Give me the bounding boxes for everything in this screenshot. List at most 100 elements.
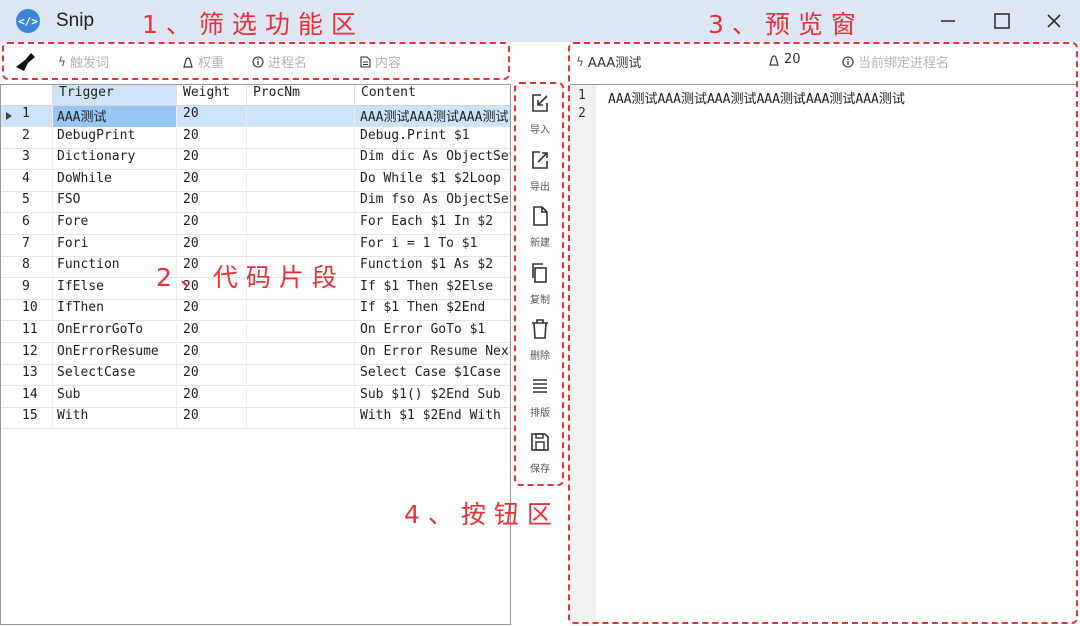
table-row[interactable]: 10 IfThen 20 If $1 Then $2End	[1, 300, 510, 322]
table-row[interactable]: 14 Sub 20 Sub $1() $2End Sub	[1, 386, 510, 408]
column-header-trigger[interactable]: Trigger	[53, 85, 177, 105]
cell-content[interactable]: If $1 Then $2Else	[355, 279, 510, 300]
cell-procnm[interactable]	[247, 386, 355, 408]
table-row[interactable]: 15 With 20 With $1 $2End With	[1, 408, 510, 430]
row-number[interactable]: 10	[1, 300, 53, 322]
cell-content[interactable]: With $1 $2End With	[355, 408, 510, 429]
cell-content[interactable]: Function $1 As $2	[355, 257, 510, 278]
new-button[interactable]: 新建	[518, 201, 562, 251]
cell-trigger[interactable]: OnErrorResume	[53, 343, 177, 365]
cell-weight[interactable]: 20	[177, 300, 247, 322]
row-number[interactable]: 14	[1, 386, 53, 408]
cell-trigger[interactable]: OnErrorGoTo	[53, 322, 177, 343]
content-filter[interactable]: 内容	[360, 52, 401, 71]
cell-weight[interactable]: 20	[177, 214, 247, 235]
cell-trigger[interactable]: With	[53, 408, 177, 430]
cell-weight[interactable]: 20	[177, 386, 247, 408]
cell-content[interactable]: AAA测试AAA测试AAA测试	[355, 106, 510, 127]
copy-button[interactable]: 复制	[518, 258, 562, 308]
cell-trigger[interactable]: Dictionary	[53, 149, 177, 171]
table-row[interactable]: 5 FSO 20 Dim fso As ObjectSet	[1, 192, 510, 214]
cell-content[interactable]: For Each $1 In $2	[355, 214, 510, 235]
row-number[interactable]: 13	[1, 365, 53, 387]
cell-weight[interactable]: 20	[177, 235, 247, 257]
close-button[interactable]	[1034, 6, 1074, 36]
table-row[interactable]: 12 OnErrorResume 20 On Error Resume Next	[1, 343, 510, 365]
cell-procnm[interactable]	[247, 170, 355, 192]
maximize-button[interactable]	[982, 6, 1022, 36]
cell-weight[interactable]: 20	[177, 365, 247, 387]
cell-weight[interactable]: 20	[177, 408, 247, 430]
cell-trigger[interactable]: SelectCase	[53, 365, 177, 387]
row-number[interactable]: 3	[1, 149, 53, 171]
table-row[interactable]: 13 SelectCase 20 Select Case $1Case $	[1, 365, 510, 387]
table-row[interactable]: 4 DoWhile 20 Do While $1 $2Loop	[1, 170, 510, 192]
cell-trigger[interactable]: Fore	[53, 214, 177, 235]
column-header-procnm[interactable]: ProcNm	[247, 85, 355, 105]
row-number[interactable]: 7	[1, 235, 53, 257]
cell-weight[interactable]: 20	[177, 149, 247, 171]
table-row[interactable]: 2 DebugPrint 20 Debug.Print $1	[1, 127, 510, 149]
cell-weight[interactable]: 20	[177, 343, 247, 365]
format-button[interactable]: 排版	[518, 371, 562, 421]
table-row[interactable]: 6 Fore 20 For Each $1 In $2	[1, 214, 510, 235]
cell-trigger[interactable]: FSO	[53, 192, 177, 214]
cell-content[interactable]: On Error GoTo $1	[355, 322, 510, 343]
cell-procnm[interactable]	[247, 343, 355, 365]
row-number[interactable]: 2	[1, 127, 53, 149]
clear-filter-button[interactable]	[14, 51, 38, 77]
cell-content[interactable]: Dim dic As ObjectSet	[355, 149, 510, 170]
cell-procnm[interactable]	[247, 127, 355, 149]
row-number[interactable]: 12	[1, 343, 53, 365]
cell-procnm[interactable]	[247, 235, 355, 257]
row-number[interactable]: 8	[1, 257, 53, 279]
row-number[interactable]: 15	[1, 408, 53, 430]
cell-trigger[interactable]: AAA测试	[53, 106, 177, 127]
cell-procnm[interactable]	[247, 192, 355, 214]
row-number[interactable]: 5	[1, 192, 53, 214]
cell-weight[interactable]: 20	[177, 192, 247, 214]
cell-weight[interactable]: 20	[177, 170, 247, 192]
cell-content[interactable]: Do While $1 $2Loop	[355, 171, 510, 192]
row-number[interactable]: 6	[1, 214, 53, 235]
cell-procnm[interactable]	[247, 106, 355, 127]
column-header-content[interactable]: Content	[355, 85, 510, 105]
cell-trigger[interactable]: IfThen	[53, 300, 177, 322]
row-number[interactable]: 1	[1, 106, 53, 127]
weight-filter[interactable]: 权重	[182, 52, 224, 71]
cell-trigger[interactable]: Sub	[53, 386, 177, 408]
cell-trigger[interactable]: DoWhile	[53, 170, 177, 192]
cell-procnm[interactable]	[247, 322, 355, 343]
cell-procnm[interactable]	[247, 408, 355, 430]
cell-procnm[interactable]	[247, 214, 355, 235]
cell-content[interactable]: On Error Resume Next	[355, 344, 510, 365]
import-button[interactable]: 导入	[518, 88, 562, 138]
cell-procnm[interactable]	[247, 300, 355, 322]
cell-weight[interactable]: 20	[177, 106, 247, 127]
export-button[interactable]: 导出	[518, 145, 562, 195]
row-number[interactable]: 4	[1, 170, 53, 192]
minimize-button[interactable]	[928, 6, 968, 36]
preview-trigger[interactable]: ϟ AAA测试	[576, 52, 641, 72]
table-row[interactable]: 7 Fori 20 For i = 1 To $1	[1, 235, 510, 257]
table-row[interactable]: 11 OnErrorGoTo 20 On Error GoTo $1	[1, 322, 510, 343]
table-row[interactable]: 1 AAA测试 20 AAA测试AAA测试AAA测试	[1, 106, 510, 127]
process-filter[interactable]: 进程名	[252, 52, 307, 71]
cell-content[interactable]: Dim fso As ObjectSet	[355, 192, 510, 213]
cell-weight[interactable]: 20	[177, 127, 247, 149]
table-row[interactable]: 3 Dictionary 20 Dim dic As ObjectSet	[1, 149, 510, 171]
preview-process[interactable]: 当前绑定进程名	[842, 52, 949, 71]
cell-procnm[interactable]	[247, 149, 355, 171]
cell-content[interactable]: Debug.Print $1	[355, 128, 510, 149]
delete-button[interactable]: 删除	[518, 314, 562, 364]
cell-content[interactable]: Sub $1() $2End Sub	[355, 387, 510, 408]
column-header-weight[interactable]: Weight	[177, 85, 247, 105]
save-button[interactable]: 保存	[518, 427, 562, 477]
trigger-filter[interactable]: ϟ 触发词	[58, 52, 109, 72]
cell-trigger[interactable]: DebugPrint	[53, 127, 177, 149]
cell-content[interactable]: For i = 1 To $1	[355, 236, 510, 257]
cell-trigger[interactable]: Fori	[53, 235, 177, 257]
cell-content[interactable]: Select Case $1Case $	[355, 365, 510, 386]
snippet-grid[interactable]: Trigger Weight ProcNm Content 1 AAA测试 20 AA…	[0, 84, 511, 625]
row-number[interactable]: 9	[1, 278, 53, 300]
